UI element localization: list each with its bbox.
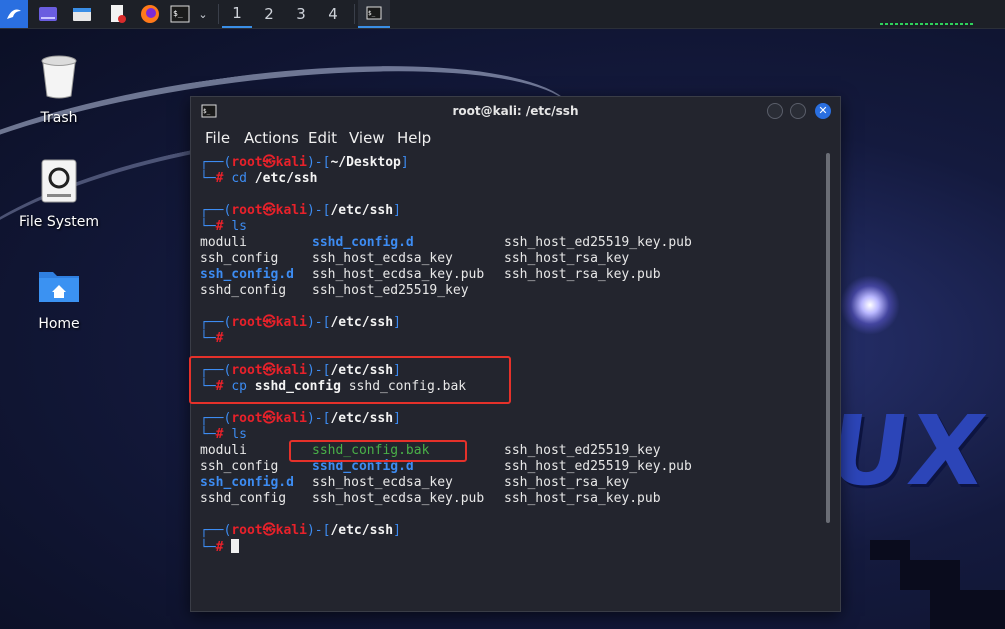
firefox-icon: [141, 5, 159, 23]
show-desktop-button[interactable]: [36, 0, 60, 28]
desktop-icon-label: File System: [18, 214, 100, 230]
command-line: └─# ls: [200, 219, 247, 234]
svg-text:$_: $_: [173, 9, 183, 18]
menu-view[interactable]: View: [349, 129, 385, 147]
minimize-button[interactable]: [767, 103, 783, 119]
prompt-line: ┌──(root㉿kali)-[/etc/ssh]: [200, 523, 401, 538]
workspace-label: 2: [264, 5, 274, 23]
terminal-window[interactable]: $_ root@kali: /etc/ssh ✕ File Actions Ed…: [189, 96, 841, 612]
desktop-icon-label: Trash: [40, 110, 78, 126]
svg-text:$_: $_: [368, 10, 376, 17]
menu-edit[interactable]: Edit: [308, 129, 337, 147]
ls-output-row: ssh_config.d ssh_host_ecdsa_key ssh_host_r…: [200, 475, 630, 490]
launcher-dropdown-button[interactable]: ⌄: [194, 0, 212, 28]
desktop-icon-file-system[interactable]: File System: [9, 158, 109, 230]
wallpaper-pixel: [930, 590, 1005, 629]
prompt-line: ┌──(root㉿kali)-[~/Desktop]: [200, 155, 409, 170]
network-activity-graph: [880, 23, 975, 25]
taskbar-separator: [218, 4, 219, 24]
wallpaper-logo-text: UX: [822, 395, 994, 507]
kali-dragon-icon: [7, 9, 21, 19]
command-line: └─#: [200, 331, 224, 346]
workspace-2[interactable]: 2: [254, 0, 284, 28]
trash-icon: [41, 55, 77, 99]
terminal-launcher-button[interactable]: $_: [168, 0, 192, 28]
ls-output-row: sshd_config ssh_host_ecdsa_key.pub ssh_hos…: [200, 491, 661, 506]
file-manager-button[interactable]: [70, 0, 94, 28]
workspace-3[interactable]: 3: [286, 0, 316, 28]
window-title: root@kali: /etc/ssh: [452, 104, 579, 118]
terminal-icon: $_: [366, 6, 382, 20]
terminal-menubar: File Actions Edit View Help: [191, 125, 840, 151]
terminal-titlebar[interactable]: $_ root@kali: /etc/ssh ✕: [191, 97, 840, 125]
terminal-icon: $_: [170, 5, 190, 23]
chevron-down-icon: ⌄: [198, 7, 208, 21]
prompt-line: ┌──(root㉿kali)-[/etc/ssh]: [200, 203, 401, 218]
drive-icon: [41, 159, 77, 203]
maximize-button[interactable]: [790, 103, 806, 119]
desktop-icon: [39, 7, 57, 21]
text-cursor: [231, 539, 240, 553]
desktop-icon-label: Home: [38, 316, 80, 332]
ls-output-row: ssh_config.d ssh_host_ecdsa_key.pub ssh_ho…: [200, 267, 661, 282]
wallpaper-pixel: [900, 560, 960, 590]
desktop-icon-home[interactable]: Home: [9, 266, 109, 332]
menu-actions[interactable]: Actions: [244, 129, 299, 147]
prompt-line: ┌──(root㉿kali)-[/etc/ssh]: [200, 315, 401, 330]
taskbar-window-terminal[interactable]: $_: [358, 0, 390, 28]
workspace-label: 3: [296, 5, 306, 23]
workspace-label: 4: [328, 5, 338, 23]
wallpaper-pixel: [870, 540, 910, 560]
workspace-label: 1: [232, 4, 242, 22]
text-editor-icon: [111, 5, 126, 23]
workspace-4[interactable]: 4: [318, 0, 348, 28]
terminal-output[interactable]: ┌──(root㉿kali)-[~/Desktop] └─# cd /etc/s…: [189, 151, 821, 606]
close-button[interactable]: ✕: [815, 103, 831, 119]
taskbar: $_ ⌄ 1 2 3 4 $_: [0, 0, 1005, 29]
desktop-icon-trash[interactable]: Trash: [9, 54, 109, 126]
workspace-1[interactable]: 1: [222, 0, 252, 28]
highlight-box-bak-file: [289, 440, 467, 462]
firefox-button[interactable]: [138, 0, 162, 28]
command-line: └─# cd /etc/ssh: [200, 171, 318, 186]
wallpaper-glow: [840, 275, 900, 335]
close-icon: ✕: [818, 104, 828, 117]
menu-help[interactable]: Help: [397, 129, 431, 147]
folder-icon: [73, 8, 91, 21]
home-folder-icon: [39, 272, 79, 302]
kali-menu-button[interactable]: [0, 0, 28, 28]
menu-file[interactable]: File: [205, 129, 230, 147]
taskbar-separator: [354, 4, 355, 24]
terminal-scrollbar[interactable]: [826, 153, 830, 523]
text-editor-button[interactable]: [106, 0, 130, 28]
command-line: └─# ls: [200, 427, 247, 442]
ls-output-row: ssh_config ssh_host_ecdsa_key ssh_host_rsa…: [200, 251, 630, 266]
highlight-box-cp-command: [189, 356, 511, 404]
ls-output-row: sshd_config ssh_host_ed25519_key: [200, 283, 469, 298]
prompt-line: ┌──(root㉿kali)-[/etc/ssh]: [200, 411, 401, 426]
command-input-line[interactable]: └─#: [200, 539, 240, 555]
ls-output-row: moduli sshd_config.d ssh_host_ed25519_key.…: [200, 235, 692, 250]
